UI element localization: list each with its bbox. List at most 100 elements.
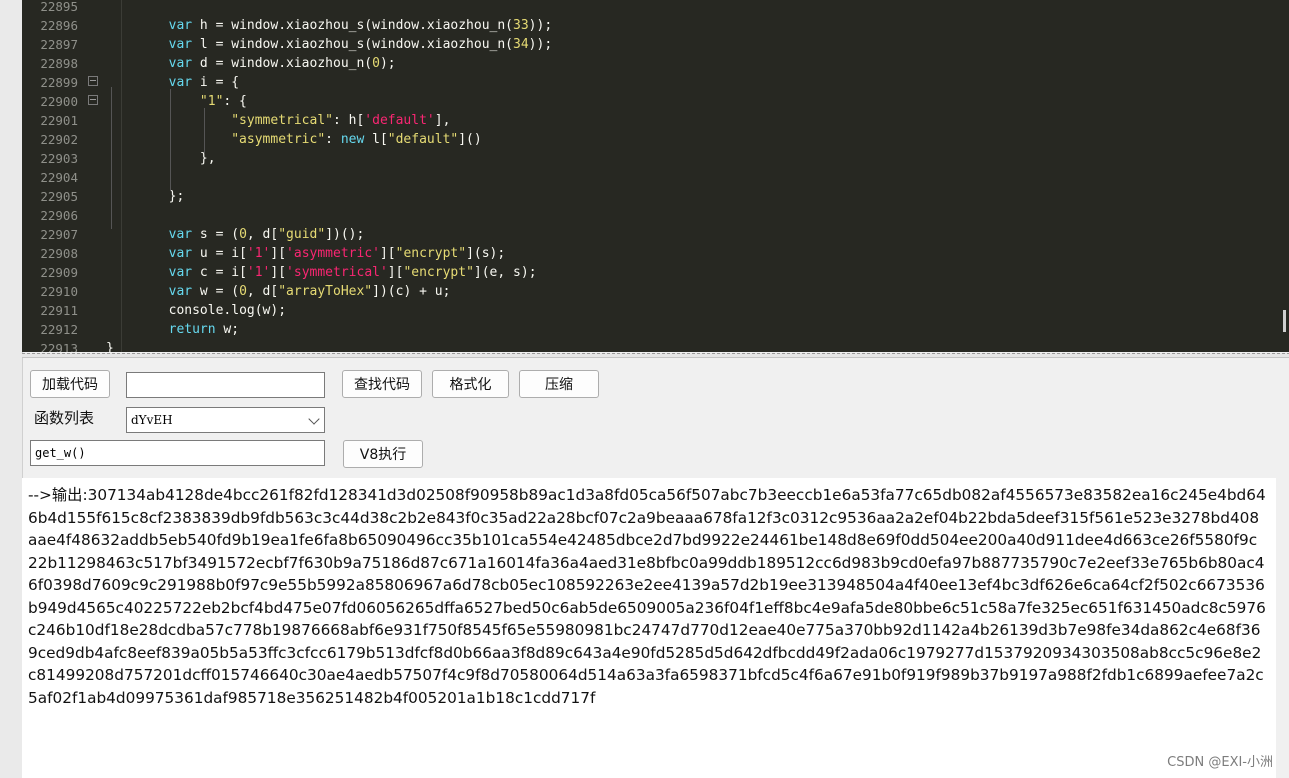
code-line: 22897 var l = window.xiaozhou_s(window.x… [22, 35, 1289, 54]
watermark: CSDN @EXI-小洲 [1167, 755, 1273, 770]
code-token: "encrypt" [403, 265, 474, 280]
code-token: , d[ [246, 227, 279, 242]
find-code-button[interactable]: 查找代码 [342, 370, 422, 398]
code-token: ], [434, 113, 451, 128]
output-panel[interactable]: -->输出:307134ab4128de4bcc261f82fd128341d3… [22, 478, 1276, 778]
code-token: 'default' [364, 113, 435, 128]
line-number: 22902 [40, 132, 78, 147]
code-text: } [106, 339, 114, 352]
code-line: 22907 var s = (0, d["guid"])(); [22, 225, 1289, 244]
code-token: ][ [387, 265, 404, 280]
splitter[interactable] [22, 353, 1289, 358]
code-line: 22905 }; [22, 187, 1289, 206]
code-line: 22896 var h = window.xiaozhou_s(window.x… [22, 16, 1289, 35]
code-text: var u = i['1']['asymmetric']["encrypt"](… [106, 244, 506, 263]
line-number: 22895 [40, 0, 78, 14]
indent-guide [170, 89, 171, 191]
code-token: console.log(w); [168, 303, 287, 318]
code-token: new [340, 132, 365, 147]
code-token: var [168, 75, 193, 90]
line-number: 22912 [40, 322, 78, 337]
format-button[interactable]: 格式化 [432, 370, 509, 398]
code-text: var s = (0, d["guid"])(); [106, 225, 365, 244]
code-line: 22903 }, [22, 149, 1289, 168]
line-number: 22908 [40, 246, 78, 261]
code-token: 0 [239, 227, 247, 242]
code-text: var d = window.xiaozhou_n(0); [106, 54, 396, 73]
code-line: 22898 var d = window.xiaozhou_n(0); [22, 54, 1289, 73]
code-text: var h = window.xiaozhou_s(window.xiaozho… [106, 16, 553, 35]
output-text: -->输出:307134ab4128de4bcc261f82fd128341d3… [28, 486, 1266, 707]
code-token: ])(c) + u; [372, 284, 451, 299]
code-text: console.log(w); [106, 301, 286, 320]
load-code-button[interactable]: 加载代码 [30, 370, 110, 398]
code-token: ][ [270, 246, 287, 261]
code-editor[interactable]: 22895 22896 var h = window.xiaozhou_s(win… [22, 0, 1289, 352]
call-expression-input[interactable]: get_w() [30, 440, 325, 466]
code-text: var w = (0, d["arrayToHex"])(c) + u; [106, 282, 451, 301]
code-token: "default" [387, 132, 459, 147]
code-token: ]() [458, 132, 482, 147]
code-token: var [168, 284, 193, 299]
code-token: 0 [239, 284, 247, 299]
code-token: )); [528, 18, 553, 33]
code-text: var l = window.xiaozhou_s(window.xiaozho… [106, 35, 553, 54]
code-token: ][ [379, 246, 396, 261]
code-text: return w; [106, 320, 239, 339]
code-token: h = window.xiaozhou_s(window.xiaozhou_n( [192, 18, 514, 33]
code-text: var i = { [106, 73, 239, 92]
search-input[interactable] [126, 372, 325, 398]
code-text: "1": { [106, 92, 247, 111]
compress-button[interactable]: 压缩 [519, 370, 599, 398]
function-select[interactable]: dYvEH [126, 407, 325, 433]
code-line: 22909 var c = i['1']['symmetrical']["enc… [22, 263, 1289, 282]
line-number: 22907 [40, 227, 78, 242]
code-line: 22904 [22, 168, 1289, 187]
code-text: }, [106, 149, 216, 168]
line-number: 22910 [40, 284, 78, 299]
output-scrollbar[interactable] [1276, 478, 1289, 778]
run-v8-button[interactable]: V8执行 [343, 440, 423, 468]
code-token: var [168, 18, 193, 33]
code-token: , d[ [246, 284, 279, 299]
code-token: ); [379, 56, 396, 71]
code-token: d = window.xiaozhou_n( [192, 56, 373, 71]
code-token: ][ [270, 265, 287, 280]
code-token: w = ( [192, 284, 240, 299]
code-token: "guid" [278, 227, 326, 242]
code-token: "asymmetric" [231, 132, 326, 147]
code-line: 22910 var w = (0, d["arrayToHex"])(c) + … [22, 282, 1289, 301]
code-token: 0 [372, 56, 380, 71]
line-number: 22897 [40, 37, 78, 52]
code-token: "encrypt" [395, 246, 467, 261]
code-token: "arrayToHex" [278, 284, 373, 299]
code-line: 22911 console.log(w); [22, 301, 1289, 320]
code-token: var [168, 37, 193, 52]
line-number: 22905 [40, 189, 78, 204]
indent-guide [111, 87, 112, 229]
code-line: 22913} [22, 339, 1289, 352]
fold-toggle-icon[interactable] [88, 76, 98, 86]
code-token: l = window.xiaozhou_s(window.xiaozhou_n( [192, 37, 514, 52]
line-number: 22896 [40, 18, 78, 33]
function-list-label: 函数列表 [34, 409, 95, 427]
fold-toggle-icon[interactable] [88, 95, 98, 105]
chevron-down-icon [308, 413, 320, 425]
code-token: return [168, 322, 216, 337]
left-gutter [0, 0, 23, 778]
code-token: }; [168, 189, 185, 204]
code-token: l[ [364, 132, 388, 147]
line-number: 22909 [40, 265, 78, 280]
